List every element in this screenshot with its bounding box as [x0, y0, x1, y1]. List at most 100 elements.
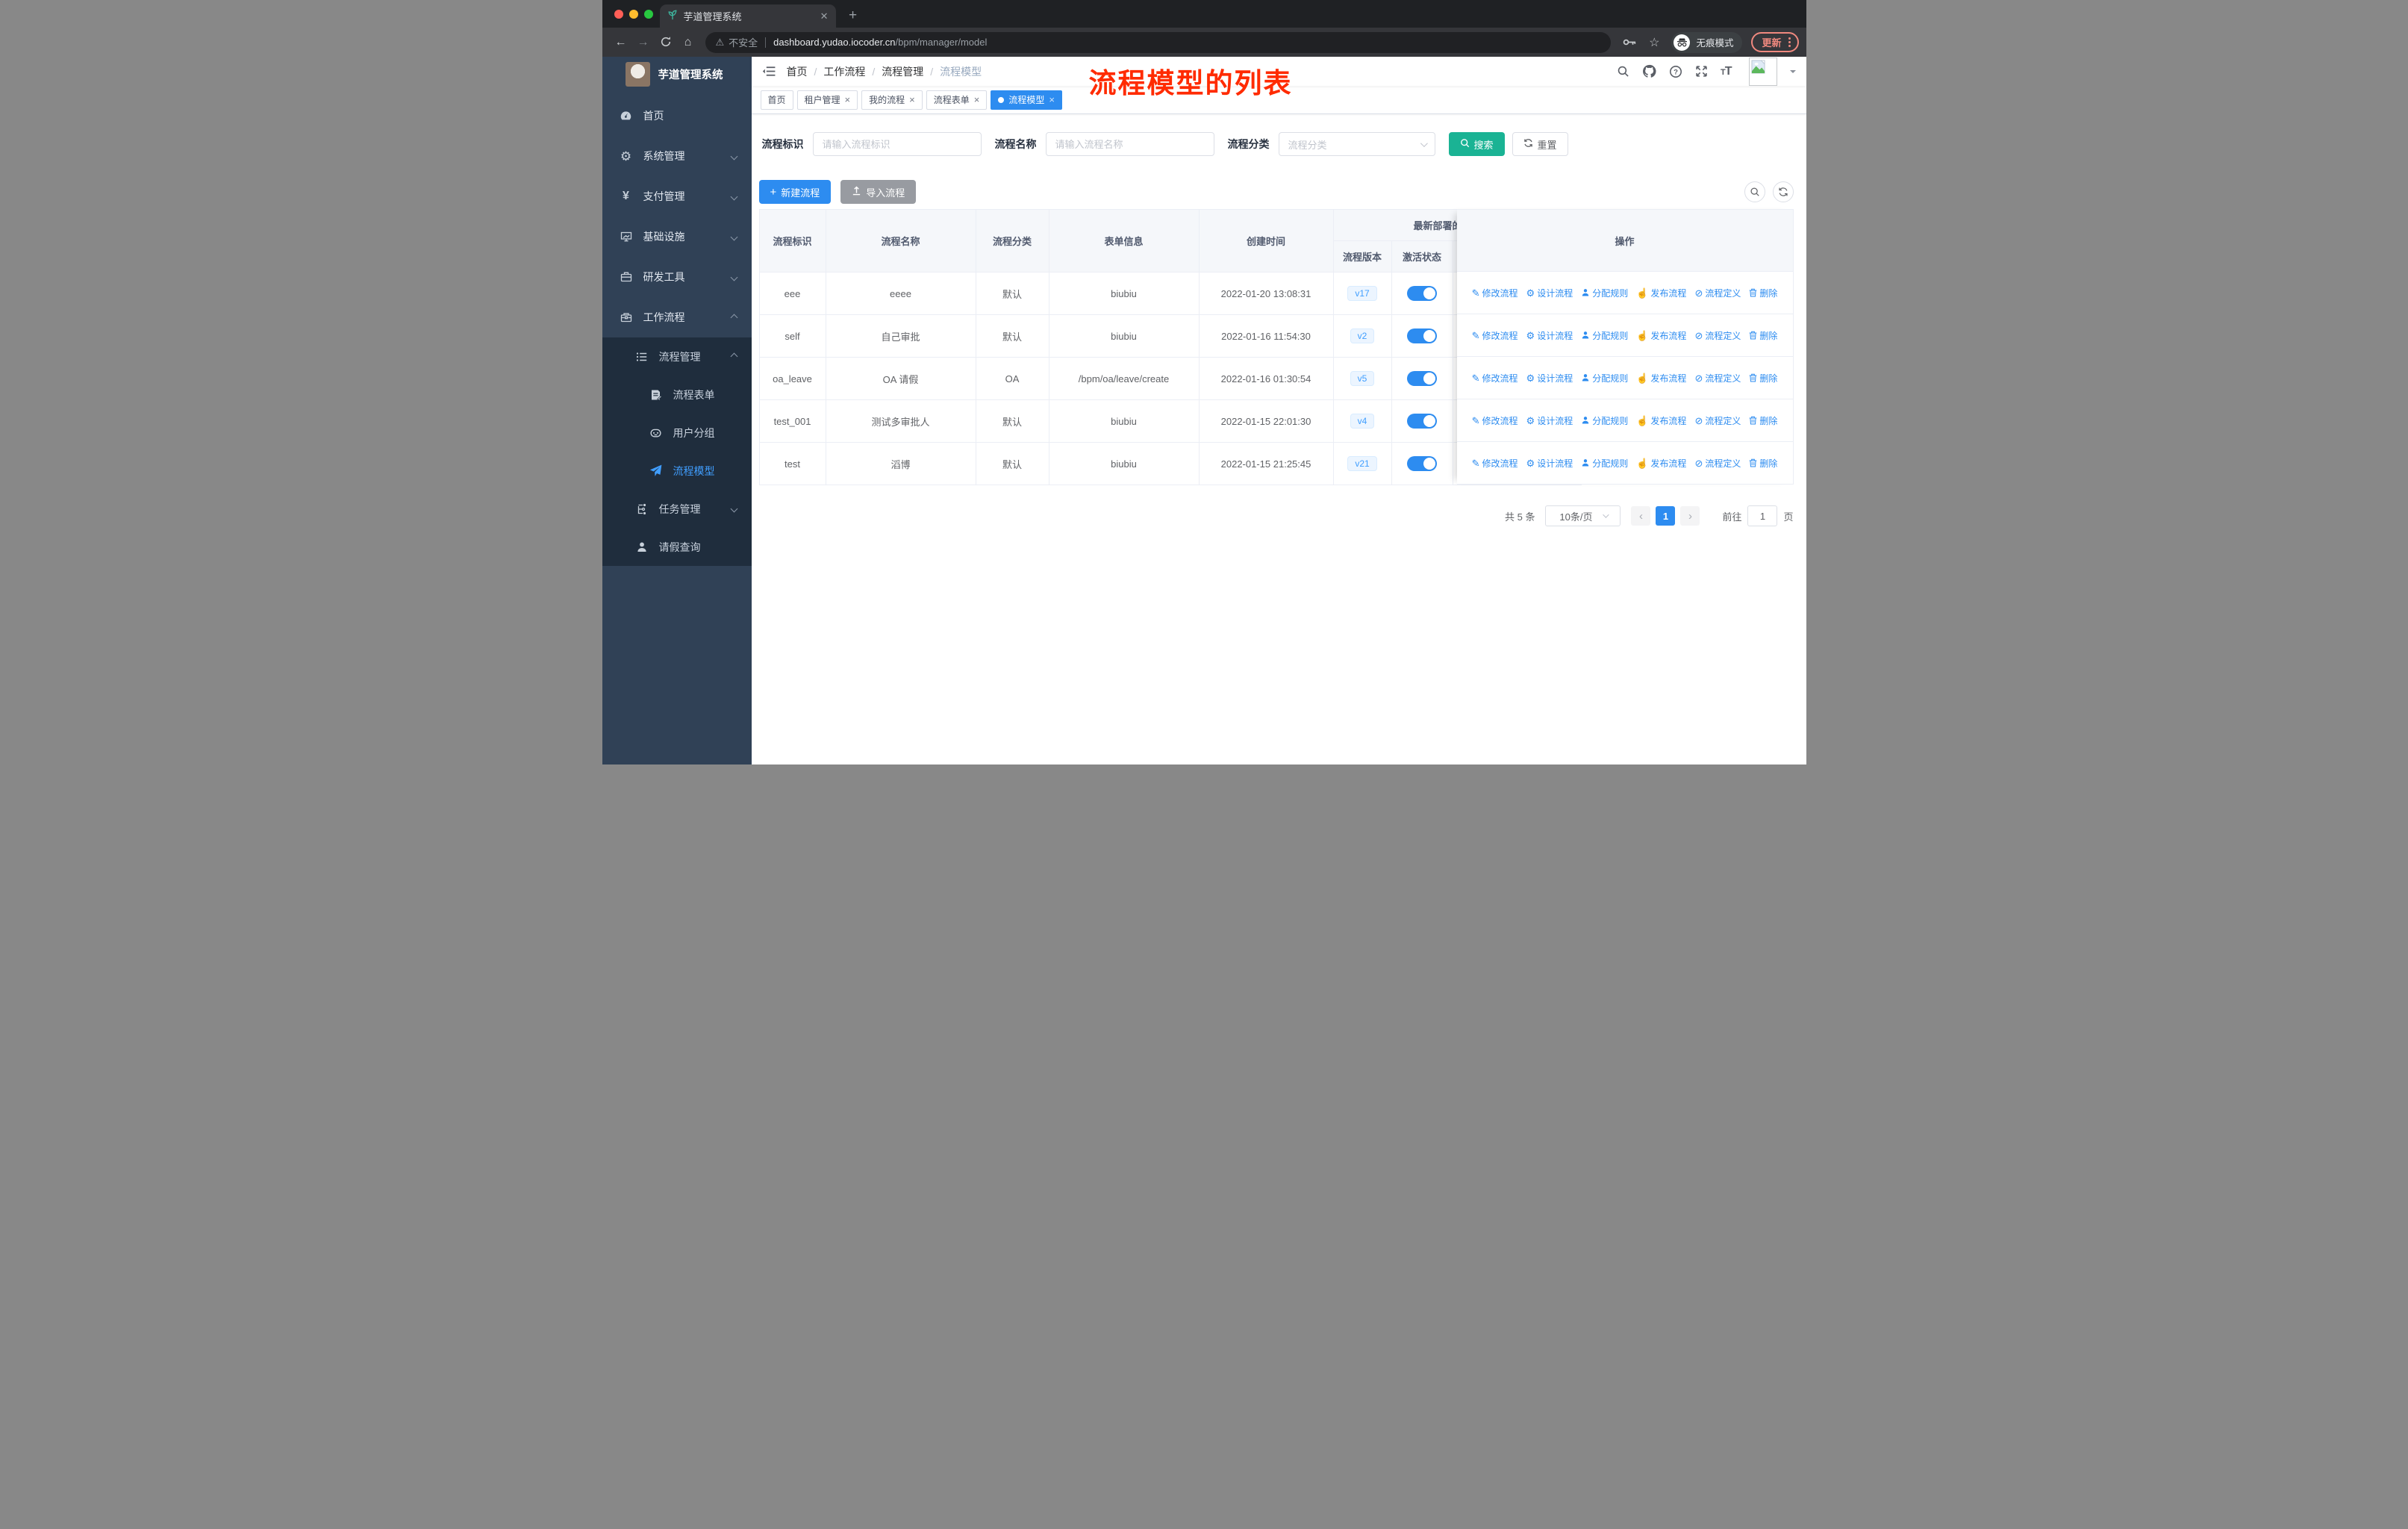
- action-assign-link[interactable]: 分配规则: [1581, 372, 1628, 384]
- url-bar[interactable]: ⚠ 不安全 dashboard.yudao.iocoder.cn/bpm/man…: [705, 31, 1612, 53]
- sidebar-item-system[interactable]: ⚙ 系统管理: [602, 136, 752, 176]
- header-search-icon[interactable]: [1617, 65, 1629, 78]
- row-name-link[interactable]: 滔博: [825, 442, 976, 485]
- browser-tab[interactable]: 芋道管理系统 ✕: [659, 4, 836, 28]
- user-avatar[interactable]: [1748, 57, 1777, 86]
- action-design-link[interactable]: ⚙ 设计流程: [1526, 414, 1573, 427]
- action-publish-link[interactable]: ☝ 发布流程: [1636, 329, 1686, 342]
- breadcrumb-process-manage[interactable]: 流程管理: [882, 64, 923, 79]
- refresh-table-button[interactable]: [1772, 181, 1794, 202]
- prev-page-button[interactable]: ‹: [1631, 506, 1651, 526]
- bookmark-star-icon[interactable]: ☆: [1649, 35, 1659, 50]
- active-toggle[interactable]: [1407, 328, 1437, 343]
- action-publish-link[interactable]: ☝ 发布流程: [1636, 287, 1686, 299]
- row-name-link[interactable]: 测试多审批人: [825, 399, 976, 443]
- font-size-icon[interactable]: TT: [1721, 65, 1732, 78]
- tag-close-icon[interactable]: ×: [909, 95, 915, 105]
- row-form-link[interactable]: /bpm/oa/leave/create: [1048, 357, 1200, 400]
- close-window-button[interactable]: [614, 10, 623, 19]
- tag-close-icon[interactable]: ×: [1049, 95, 1055, 105]
- row-name-link[interactable]: 自己审批: [825, 314, 976, 358]
- sidebar-item-home[interactable]: 首页: [602, 96, 752, 136]
- key-icon[interactable]: [1623, 37, 1637, 47]
- active-toggle[interactable]: [1407, 286, 1437, 301]
- sidebar-item-payment[interactable]: ¥ 支付管理: [602, 176, 752, 217]
- next-page-button[interactable]: ›: [1680, 506, 1700, 526]
- action-assign-link[interactable]: 分配规则: [1581, 287, 1628, 299]
- filter-category-select[interactable]: 流程分类: [1278, 132, 1435, 156]
- tag-my-process[interactable]: 我的流程 ×: [861, 90, 923, 110]
- action-edit-link[interactable]: ✎ 修改流程: [1472, 457, 1518, 470]
- browser-update-button[interactable]: 更新: [1751, 32, 1799, 52]
- sidebar-item-user-group[interactable]: 用户分组: [602, 414, 752, 452]
- create-process-button[interactable]: + 新建流程: [758, 180, 832, 204]
- window-controls[interactable]: [614, 10, 653, 19]
- action-assign-link[interactable]: 分配规则: [1581, 329, 1628, 342]
- action-publish-link[interactable]: ☝ 发布流程: [1636, 457, 1686, 470]
- filter-name-input[interactable]: [1045, 132, 1214, 156]
- avatar-caret-icon[interactable]: [1789, 69, 1796, 76]
- sidebar-logo[interactable]: 芋道管理系统: [602, 57, 752, 91]
- tag-process-form[interactable]: 流程表单 ×: [926, 90, 988, 110]
- action-definition-link[interactable]: ⊘ 流程定义: [1694, 457, 1741, 470]
- sidebar-item-dev-tools[interactable]: 研发工具: [602, 257, 752, 297]
- tag-tenant[interactable]: 租户管理 ×: [796, 90, 858, 110]
- minimize-window-button[interactable]: [628, 10, 638, 19]
- current-page-button[interactable]: 1: [1656, 506, 1676, 526]
- action-design-link[interactable]: ⚙ 设计流程: [1526, 372, 1573, 384]
- github-icon[interactable]: [1642, 64, 1656, 78]
- sidebar-item-workflow[interactable]: 工作流程: [602, 297, 752, 337]
- tag-close-icon[interactable]: ×: [845, 95, 851, 105]
- active-toggle[interactable]: [1407, 456, 1437, 471]
- active-toggle[interactable]: [1407, 414, 1437, 429]
- collapse-sidebar-icon[interactable]: [762, 64, 776, 78]
- action-edit-link[interactable]: ✎ 修改流程: [1472, 372, 1518, 384]
- breadcrumb-home[interactable]: 首页: [787, 64, 808, 79]
- sidebar-item-process-model[interactable]: 流程模型: [602, 452, 752, 490]
- new-tab-button[interactable]: +: [843, 7, 863, 26]
- action-design-link[interactable]: ⚙ 设计流程: [1526, 287, 1573, 299]
- tag-process-model[interactable]: 流程模型 ×: [991, 90, 1062, 110]
- action-delete-link[interactable]: 删除: [1749, 287, 1777, 299]
- back-icon[interactable]: ←: [610, 36, 632, 49]
- sidebar-item-process-manage[interactable]: 流程管理: [602, 337, 752, 376]
- action-definition-link[interactable]: ⊘ 流程定义: [1694, 329, 1741, 342]
- action-design-link[interactable]: ⚙ 设计流程: [1526, 329, 1573, 342]
- fullscreen-icon[interactable]: [1695, 65, 1708, 78]
- action-edit-link[interactable]: ✎ 修改流程: [1472, 287, 1518, 299]
- maximize-window-button[interactable]: [643, 10, 653, 19]
- row-form-link[interactable]: biubiu: [1048, 399, 1200, 443]
- forward-icon[interactable]: →: [632, 36, 655, 49]
- action-definition-link[interactable]: ⊘ 流程定义: [1694, 372, 1741, 384]
- action-definition-link[interactable]: ⊘ 流程定义: [1694, 414, 1741, 427]
- action-design-link[interactable]: ⚙ 设计流程: [1526, 457, 1573, 470]
- reset-button[interactable]: 重置: [1512, 132, 1568, 156]
- import-process-button[interactable]: 导入流程: [840, 180, 917, 204]
- sidebar-item-leave-query[interactable]: 请假查询: [602, 528, 752, 566]
- tab-close-icon[interactable]: ✕: [820, 10, 829, 22]
- action-publish-link[interactable]: ☝ 发布流程: [1636, 372, 1686, 384]
- sidebar-item-infrastructure[interactable]: 基础设施: [602, 217, 752, 257]
- home-icon[interactable]: ⌂: [677, 36, 699, 49]
- row-name-link[interactable]: OA 请假: [825, 357, 976, 400]
- row-name-link[interactable]: eeee: [825, 272, 976, 315]
- action-delete-link[interactable]: 删除: [1749, 414, 1777, 427]
- search-button[interactable]: 搜索: [1448, 132, 1505, 156]
- action-delete-link[interactable]: 删除: [1749, 457, 1777, 470]
- browser-menu-icon[interactable]: [1788, 37, 1791, 47]
- help-icon[interactable]: ?: [1669, 65, 1682, 78]
- row-form-link[interactable]: biubiu: [1048, 272, 1200, 315]
- goto-page-input[interactable]: [1747, 505, 1778, 526]
- action-delete-link[interactable]: 删除: [1749, 372, 1777, 384]
- action-assign-link[interactable]: 分配规则: [1581, 414, 1628, 427]
- page-size-select[interactable]: 10条/页: [1545, 505, 1621, 526]
- sidebar-item-task-manage[interactable]: 任务管理: [602, 490, 752, 528]
- sidebar-item-process-form[interactable]: 流程表单: [602, 376, 752, 414]
- action-edit-link[interactable]: ✎ 修改流程: [1472, 329, 1518, 342]
- filter-id-input[interactable]: [812, 132, 982, 156]
- row-form-link[interactable]: biubiu: [1048, 314, 1200, 358]
- action-delete-link[interactable]: 删除: [1749, 329, 1777, 342]
- action-publish-link[interactable]: ☝ 发布流程: [1636, 414, 1686, 427]
- tag-close-icon[interactable]: ×: [974, 95, 980, 105]
- action-assign-link[interactable]: 分配规则: [1581, 457, 1628, 470]
